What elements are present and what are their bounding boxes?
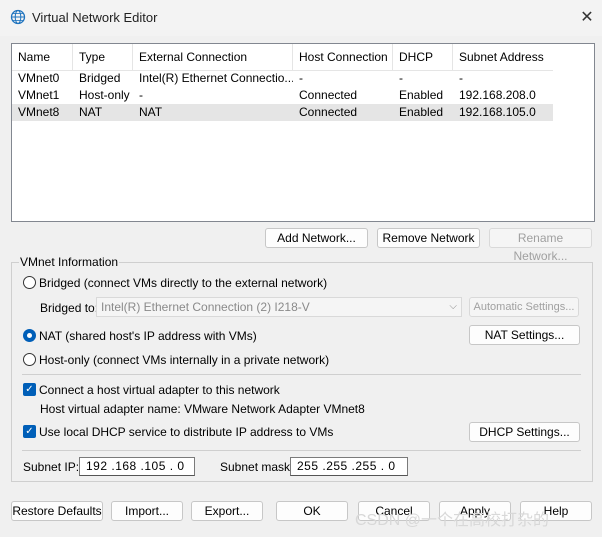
column-header-subnet-address[interactable]: Subnet Address [453, 44, 553, 70]
use-dhcp-label[interactable]: Use local DHCP service to distribute IP … [39, 425, 333, 439]
chevron-down-icon: ⌵ [449, 301, 457, 312]
cell-name: VMnet8 [18, 105, 60, 119]
vmnet-information-legend: VMnet Information [19, 255, 120, 269]
cell-dhcp: Enabled [399, 88, 444, 102]
nat-settings-button[interactable]: NAT Settings... [469, 325, 580, 345]
bridged-to-select[interactable]: Intel(R) Ethernet Connection (2) I218-V … [96, 297, 462, 317]
export-button[interactable]: Export... [191, 501, 263, 521]
nat-label[interactable]: NAT (shared host's IP address with VMs) [39, 329, 257, 343]
nat-radio[interactable] [23, 329, 36, 342]
cell-name: VMnet1 [18, 88, 60, 102]
rename-network-button[interactable]: Rename Network... [489, 228, 592, 263]
csdn-watermark: CSDN @一个在高校打杂的 [355, 512, 550, 529]
column-header-name[interactable]: Name [12, 44, 73, 70]
cell-external-connection: Intel(R) Ethernet Connectio... [139, 71, 293, 85]
cell-external-connection: - [139, 88, 143, 102]
bridged-label[interactable]: Bridged (connect VMs directly to the ext… [39, 276, 327, 290]
title-bar: Virtual Network Editor ✕ [0, 0, 602, 36]
cell-type: NAT [79, 105, 103, 119]
table-row-selected[interactable]: VMnet8 NAT NAT Connected Enabled 192.168… [12, 104, 553, 121]
automatic-settings-button[interactable]: Automatic Settings... [469, 297, 579, 317]
table-row[interactable]: VMnet0 Bridged Intel(R) Ethernet Connect… [12, 70, 553, 87]
cell-dhcp: Enabled [399, 105, 444, 119]
remove-network-button[interactable]: Remove Network [377, 228, 480, 248]
connect-adapter-label[interactable]: Connect a host virtual adapter to this n… [39, 383, 280, 397]
host-only-label[interactable]: Host-only (connect VMs internally in a p… [39, 353, 329, 367]
cell-subnet-address: 192.168.208.0 [459, 88, 536, 102]
window-title: Virtual Network Editor [32, 10, 158, 25]
cell-host-connection: - [299, 71, 303, 85]
column-header-type[interactable]: Type [73, 44, 133, 70]
cell-host-connection: Connected [299, 88, 358, 102]
dhcp-settings-button[interactable]: DHCP Settings... [469, 422, 580, 442]
connect-adapter-checkbox[interactable]: ✓ [23, 383, 36, 396]
close-icon: ✕ [580, 9, 594, 26]
bridged-radio[interactable] [23, 276, 36, 289]
column-header-dhcp[interactable]: DHCP [393, 44, 453, 70]
column-header-external-connection[interactable]: External Connection [133, 44, 293, 70]
virtual-network-editor-window: Virtual Network Editor ✕ Name Type Exter… [0, 0, 602, 537]
adapter-name-text: Host virtual adapter name: VMware Networ… [40, 402, 365, 416]
add-network-button[interactable]: Add Network... [265, 228, 368, 248]
bridged-to-value: Intel(R) Ethernet Connection (2) I218-V [101, 300, 310, 314]
table-header: Name Type External Connection Host Conne… [12, 44, 553, 71]
subnet-ip-input[interactable]: 192 .168 .105 . 0 [79, 457, 195, 476]
use-dhcp-checkbox[interactable]: ✓ [23, 425, 36, 438]
network-list-table[interactable]: Name Type External Connection Host Conne… [11, 43, 595, 222]
cell-type: Bridged [79, 71, 121, 85]
column-header-host-connection[interactable]: Host Connection [293, 44, 393, 70]
bridged-to-label: Bridged to: [40, 301, 99, 315]
cell-name: VMnet0 [18, 71, 60, 85]
cell-dhcp: - [399, 71, 403, 85]
import-button[interactable]: Import... [111, 501, 183, 521]
ok-button[interactable]: OK [276, 501, 348, 521]
cell-external-connection: NAT [139, 105, 163, 119]
subnet-ip-label: Subnet IP: [23, 460, 80, 474]
globe-network-icon [10, 9, 26, 25]
table-row[interactable]: VMnet1 Host-only - Connected Enabled 192… [12, 87, 553, 104]
cell-subnet-address: - [459, 71, 463, 85]
vmnet-information-group [11, 262, 593, 482]
close-button[interactable]: ✕ [574, 6, 600, 30]
cell-type: Host-only [79, 88, 130, 102]
cell-host-connection: Connected [299, 105, 358, 119]
divider [22, 450, 581, 451]
cell-subnet-address: 192.168.105.0 [459, 105, 536, 119]
subnet-mask-label: Subnet mask: [220, 460, 294, 474]
divider [22, 374, 581, 375]
subnet-mask-input[interactable]: 255 .255 .255 . 0 [290, 457, 408, 476]
host-only-radio[interactable] [23, 353, 36, 366]
restore-defaults-button[interactable]: Restore Defaults [11, 501, 103, 521]
